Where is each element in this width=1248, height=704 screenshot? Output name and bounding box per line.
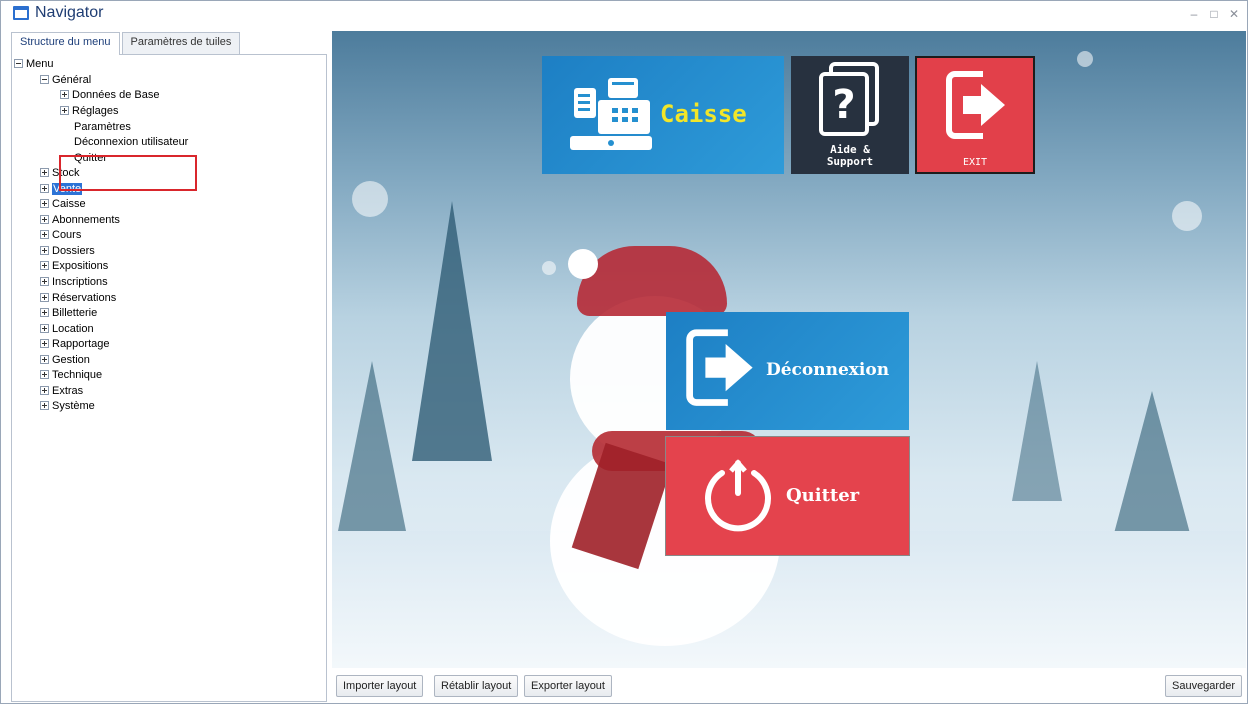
tree-node-abonnements[interactable]: Abonnements bbox=[40, 213, 120, 228]
tab-structure-du-menu[interactable]: Structure du menu bbox=[11, 32, 120, 55]
tree-node-dossiers[interactable]: Dossiers bbox=[40, 244, 95, 259]
highlight-annotation bbox=[59, 155, 197, 191]
tree-node-extras[interactable]: Extras bbox=[40, 384, 83, 399]
tile-deconnexion[interactable]: Déconnexion bbox=[666, 312, 909, 430]
close-button[interactable]: ✕ bbox=[1229, 7, 1239, 21]
save-button[interactable]: Sauvegarder bbox=[1165, 675, 1242, 697]
tree-node-inscriptions[interactable]: Inscriptions bbox=[40, 275, 108, 290]
tree-node-expositions[interactable]: Expositions bbox=[40, 259, 108, 274]
title-bar: Navigator – □ ✕ bbox=[1, 1, 1247, 29]
expand-icon[interactable] bbox=[40, 338, 49, 348]
background-tree bbox=[412, 201, 492, 461]
snow-bokeh bbox=[352, 181, 388, 217]
tree-node-deconnexion-utilisateur[interactable]: Déconnexion utilisateur bbox=[74, 135, 188, 150]
expand-icon[interactable] bbox=[60, 105, 69, 115]
window-title: Navigator bbox=[35, 4, 104, 21]
snowman-hat bbox=[577, 246, 727, 316]
tab-parametres-de-tuiles[interactable]: Paramètres de tuiles bbox=[121, 32, 241, 54]
cash-register-icon bbox=[570, 78, 652, 150]
tile-exit[interactable]: EXIT bbox=[915, 56, 1035, 174]
hat-pompom bbox=[568, 249, 598, 279]
tree-node-reglages[interactable]: Réglages bbox=[60, 104, 118, 119]
window-icon bbox=[13, 6, 29, 20]
tile-layout-canvas: Caisse ? Aide & Support EXIT Déconnexion… bbox=[332, 31, 1246, 668]
tree-node-general[interactable]: Général bbox=[40, 73, 91, 88]
tree-node-parametres[interactable]: Paramètres bbox=[74, 120, 131, 135]
expand-icon[interactable] bbox=[40, 260, 49, 270]
expand-icon[interactable] bbox=[40, 198, 49, 208]
background-tree bbox=[1012, 361, 1062, 501]
tile-aide-support[interactable]: ? Aide & Support bbox=[791, 56, 909, 174]
panel-tabs: Structure du menu Paramètres de tuiles bbox=[11, 32, 242, 55]
snow-bokeh bbox=[1172, 201, 1202, 231]
expand-icon[interactable] bbox=[40, 292, 49, 302]
menu-structure-panel: Structure du menu Paramètres de tuiles M… bbox=[11, 32, 327, 702]
svg-text:?: ? bbox=[832, 82, 855, 128]
expand-icon[interactable] bbox=[40, 214, 49, 224]
tile-exit-label: EXIT bbox=[962, 157, 988, 168]
collapse-icon[interactable] bbox=[40, 74, 49, 84]
expand-icon[interactable] bbox=[40, 307, 49, 317]
window-controls: – □ ✕ bbox=[1189, 7, 1239, 21]
expand-icon[interactable] bbox=[40, 354, 49, 364]
collapse-icon[interactable] bbox=[14, 58, 23, 68]
expand-icon[interactable] bbox=[40, 385, 49, 395]
tree-node-gestion[interactable]: Gestion bbox=[40, 353, 90, 368]
expand-icon[interactable] bbox=[60, 89, 69, 99]
layout-actions-bar: Importer layout Rétablir layout Exporter… bbox=[332, 668, 1246, 702]
expand-icon[interactable] bbox=[40, 167, 49, 177]
export-layout-button[interactable]: Exporter layout bbox=[524, 675, 612, 697]
power-icon bbox=[705, 459, 771, 532]
tree-node-cours[interactable]: Cours bbox=[40, 228, 81, 243]
tree-node-rapportage[interactable]: Rapportage bbox=[40, 337, 110, 352]
tile-quitter-label: Quitter bbox=[786, 485, 860, 506]
tree-node-billetterie[interactable]: Billetterie bbox=[40, 306, 97, 321]
expand-icon[interactable] bbox=[40, 183, 49, 193]
expand-icon[interactable] bbox=[40, 245, 49, 255]
expand-icon[interactable] bbox=[40, 323, 49, 333]
exit-arrow-icon bbox=[946, 71, 1005, 139]
help-document-icon: ? bbox=[819, 62, 879, 136]
tile-caisse-label: Caisse bbox=[660, 100, 747, 128]
tile-deconnexion-label: Déconnexion bbox=[766, 360, 890, 380]
tree-node-reservations[interactable]: Réservations bbox=[40, 291, 116, 306]
minimize-button[interactable]: – bbox=[1189, 7, 1199, 21]
tile-aide-label: Aide & Support bbox=[826, 143, 874, 168]
expand-icon[interactable] bbox=[40, 400, 49, 410]
import-layout-button[interactable]: Importer layout bbox=[336, 675, 424, 697]
tile-quitter[interactable]: Quitter bbox=[665, 436, 910, 556]
logout-arrow-icon bbox=[686, 329, 753, 406]
tree-node-systeme[interactable]: Système bbox=[40, 399, 95, 414]
reset-layout-button[interactable]: Rétablir layout bbox=[434, 675, 519, 697]
expand-icon[interactable] bbox=[40, 276, 49, 286]
tree-node-location[interactable]: Location bbox=[40, 322, 94, 337]
background-tree bbox=[1112, 391, 1192, 541]
tree-node-menu[interactable]: Menu bbox=[14, 57, 54, 72]
expand-icon[interactable] bbox=[40, 229, 49, 239]
menu-tree: Menu Général Données de Base Réglages Pa… bbox=[11, 54, 327, 702]
tree-node-caisse[interactable]: Caisse bbox=[40, 197, 86, 212]
tile-caisse[interactable]: Caisse bbox=[542, 56, 784, 174]
tree-node-donnees-de-base[interactable]: Données de Base bbox=[60, 88, 159, 103]
navigator-window: Navigator – □ ✕ Structure du menu Paramè… bbox=[0, 0, 1248, 704]
expand-icon[interactable] bbox=[40, 369, 49, 379]
snow-bokeh bbox=[1077, 51, 1093, 67]
maximize-button[interactable]: □ bbox=[1209, 7, 1219, 21]
snow-bokeh bbox=[542, 261, 556, 275]
tree-node-technique[interactable]: Technique bbox=[40, 368, 102, 383]
